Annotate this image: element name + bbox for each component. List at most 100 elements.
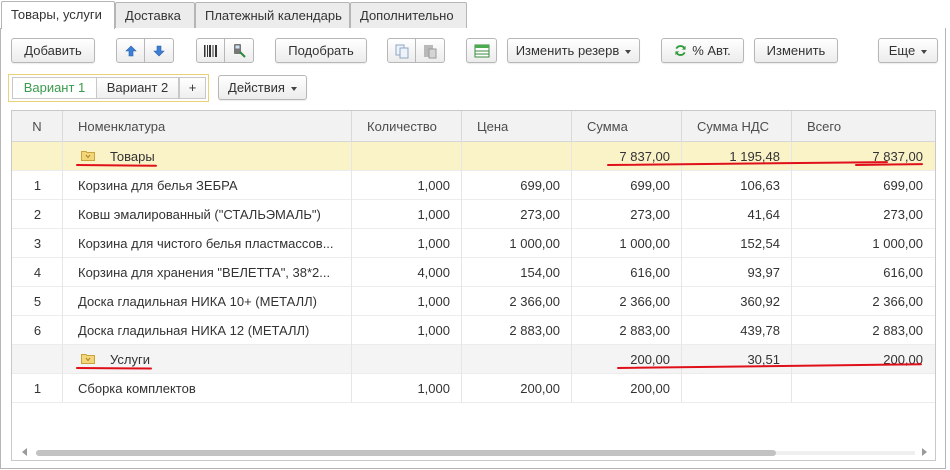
price-value: 154,00 <box>520 265 560 280</box>
scroll-right-icon[interactable] <box>922 448 927 456</box>
copy-icon <box>395 44 408 58</box>
row-number: 3 <box>33 236 42 251</box>
column-header-sum[interactable]: Сумма <box>572 111 682 142</box>
change-reserve-dropdown[interactable]: Изменить резерв <box>507 38 640 63</box>
table-row[interactable]: 1 Сборка комплектов 1,000 200,00 200,00 <box>12 374 935 403</box>
quantity-value: 1,000 <box>417 178 450 193</box>
group-name: Товары <box>110 149 155 164</box>
refresh-icon <box>675 45 686 56</box>
table-row[interactable]: 2 Ковш эмалированный ("СТАЛЬЭМАЛЬ") 1,000 2… <box>12 200 935 229</box>
add-button[interactable]: Добавить <box>11 38 95 63</box>
item-name: Корзина для белья ЗЕБРА <box>78 178 238 193</box>
chevron-down-icon <box>290 86 297 91</box>
sum-value: 1 000,00 <box>619 236 670 251</box>
select-button[interactable]: Подобрать <box>275 38 367 63</box>
sum-value: 273,00 <box>630 207 670 222</box>
quantity-value: 4,000 <box>417 265 450 280</box>
sum-value: 616,00 <box>630 265 670 280</box>
chevron-down-icon <box>625 49 632 54</box>
row-number: 4 <box>33 265 42 280</box>
arrow-down-icon <box>153 45 165 56</box>
row-number: 1 <box>33 178 42 193</box>
percent-auto-button[interactable]: % Авт. <box>661 38 744 63</box>
scanner-icon <box>234 43 246 58</box>
row-number: 5 <box>33 294 42 309</box>
total-value: 699,00 <box>883 178 923 193</box>
total-value: 1 000,00 <box>872 236 923 251</box>
scroll-left-icon[interactable] <box>22 448 27 456</box>
tab-bar: Товары, услуги Доставка Платежный календ… <box>0 0 950 29</box>
quantity-value: 1,000 <box>417 323 450 338</box>
group-total-value: 200,00 <box>883 352 923 367</box>
tab-additional[interactable]: Дополнительно <box>350 2 467 29</box>
quantity-value: 1,000 <box>417 236 450 251</box>
item-name: Ковш эмалированный ("СТАЛЬЭМАЛЬ") <box>78 207 321 222</box>
column-header-quantity[interactable]: Количество <box>352 111 462 142</box>
item-name: Сборка комплектов <box>78 381 196 396</box>
scrollbar-thumb[interactable] <box>36 450 776 456</box>
table-row[interactable]: 6 Доска гладильная НИКА 12 (МЕТАЛЛ) 1,000 2… <box>12 316 935 345</box>
group-vat-value: 1 195,48 <box>729 149 780 164</box>
variants-group: Вариант 1 Вариант 2 + <box>8 74 209 102</box>
group-name: Услуги <box>110 352 150 367</box>
more-label: Еще <box>888 43 916 58</box>
price-value: 273,00 <box>520 207 560 222</box>
price-value: 200,00 <box>520 381 560 396</box>
column-header-nomenclature[interactable]: Номенклатура <box>63 111 352 142</box>
table-row[interactable]: 5 Доска гладильная НИКА 10+ (МЕТАЛЛ) 1,000… <box>12 287 935 316</box>
arrow-up-icon <box>124 45 137 56</box>
table-settings-button[interactable] <box>466 38 497 63</box>
total-value: 273,00 <box>883 207 923 222</box>
item-name: Корзина для хранения "ВЕЛЕТТА", 38*2... <box>78 265 331 280</box>
sum-value: 699,00 <box>630 178 670 193</box>
move-up-button[interactable] <box>116 38 145 63</box>
total-value: 616,00 <box>883 265 923 280</box>
vat-value: 41,64 <box>747 207 780 222</box>
group-vat-value: 30,51 <box>747 352 780 367</box>
add-variant-button[interactable]: + <box>179 77 206 99</box>
chevron-down-icon <box>921 49 928 54</box>
group-sum-value: 7 837,00 <box>619 149 670 164</box>
actions-dropdown[interactable]: Действия <box>218 75 307 100</box>
table-icon <box>474 44 489 58</box>
sum-value: 2 366,00 <box>619 294 670 309</box>
paste-button[interactable] <box>416 38 445 63</box>
variant-2-tab[interactable]: Вариант 2 <box>96 77 179 99</box>
total-value: 2 366,00 <box>872 294 923 309</box>
horizontal-scrollbar[interactable] <box>12 444 935 460</box>
barcode-icon <box>203 44 217 57</box>
table-row[interactable]: 4 Корзина для хранения "ВЕЛЕТТА", 38*2...… <box>12 258 935 287</box>
vat-value: 439,78 <box>740 323 780 338</box>
vat-value <box>682 374 792 403</box>
group-row[interactable]: Услуги 200,00 30,51 200,00 <box>12 345 935 374</box>
row-number: 2 <box>33 207 42 222</box>
tab-goods-services[interactable]: Товары, услуги <box>1 1 115 29</box>
move-down-button[interactable] <box>145 38 174 63</box>
price-value: 2 366,00 <box>509 294 560 309</box>
tab-payment-calendar[interactable]: Платежный календарь <box>195 2 350 29</box>
table-row[interactable]: 1 Корзина для белья ЗЕБРА 1,000 699,00 699,0… <box>12 171 935 200</box>
row-number: 1 <box>33 381 42 396</box>
actions-label: Действия <box>228 80 285 95</box>
column-header-vat[interactable]: Сумма НДС <box>682 111 792 142</box>
tab-delivery[interactable]: Доставка <box>115 2 195 29</box>
percent-auto-label: % Авт. <box>692 43 731 58</box>
column-header-n[interactable]: N <box>12 111 63 142</box>
sum-value: 200,00 <box>630 381 670 396</box>
column-header-price[interactable]: Цена <box>462 111 572 142</box>
variant-1-tab[interactable]: Вариант 1 <box>12 77 97 99</box>
total-value: 2 883,00 <box>872 323 923 338</box>
copy-button[interactable] <box>387 38 416 63</box>
column-header-total[interactable]: Всего <box>792 111 935 142</box>
vat-value: 360,92 <box>740 294 780 309</box>
table-row[interactable]: 3 Корзина для чистого белья пластмассов..… <box>12 229 935 258</box>
row-number: 6 <box>33 323 42 338</box>
scanner-button[interactable] <box>225 38 254 63</box>
group-total-value: 7 837,00 <box>872 149 923 164</box>
barcode-button[interactable] <box>196 38 225 63</box>
change-button[interactable]: Изменить <box>754 38 838 63</box>
item-name: Корзина для чистого белья пластмассов... <box>78 236 334 251</box>
item-name: Доска гладильная НИКА 10+ (МЕТАЛЛ) <box>78 294 317 309</box>
price-value: 699,00 <box>520 178 560 193</box>
more-dropdown[interactable]: Еще <box>878 38 938 63</box>
